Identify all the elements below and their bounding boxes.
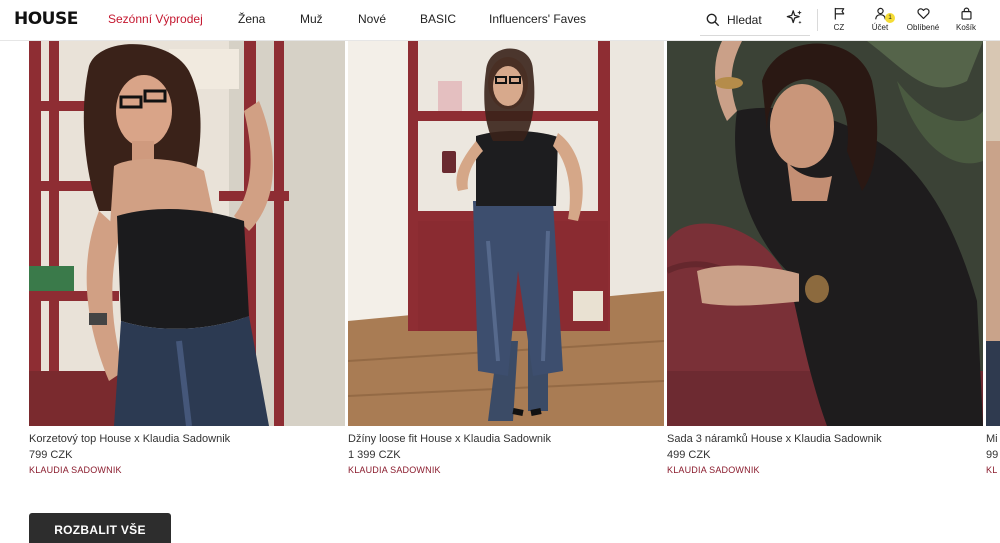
bag-icon (960, 7, 972, 20)
flag-icon (834, 7, 844, 20)
main-nav: Sezónní Výprodej Žena Muž Nové BASIC Inf… (108, 12, 599, 26)
product-brand[interactable]: KLAUDIA SADOWNIK (667, 465, 760, 475)
product-name[interactable]: Mi (986, 433, 998, 445)
nav-item-influencers[interactable]: Influencers' Faves (489, 12, 599, 26)
country-selector[interactable]: CZ (828, 7, 850, 32)
nav-item-basic[interactable]: BASIC (420, 12, 489, 26)
nav-item-sale[interactable]: Sezónní Výprodej (108, 12, 238, 26)
product-name[interactable]: Korzetový top House x Klaudia Sadownik (29, 433, 230, 445)
product-image[interactable] (348, 41, 664, 426)
product-brand[interactable]: KLAUDIA SADOWNIK (348, 465, 441, 475)
header-divider (817, 9, 818, 31)
nav-item-new[interactable]: Nové (358, 12, 420, 26)
product-card[interactable]: Džíny loose fit House x Klaudia Sadownik… (348, 41, 664, 475)
product-price: 799 CZK (29, 449, 73, 461)
cart-label: Košík (955, 23, 976, 32)
favorites-button[interactable]: Oblíbené (904, 7, 942, 32)
product-image[interactable] (986, 41, 1000, 426)
product-price: 99 (986, 449, 999, 461)
account-label: Účet (871, 23, 889, 32)
account-button[interactable]: 1 Účet (866, 7, 895, 32)
heart-icon (916, 8, 930, 20)
nav-item-women[interactable]: Žena (238, 12, 300, 26)
product-price: 1 399 CZK (348, 449, 401, 461)
product-name[interactable]: Džíny loose fit House x Klaudia Sadownik (348, 433, 551, 445)
expand-all-button[interactable]: ROZBALIT VŠE (29, 513, 171, 543)
ai-sparkle-icon[interactable] (786, 9, 804, 27)
cart-button[interactable]: Košík (953, 7, 979, 32)
product-image[interactable] (667, 41, 983, 426)
search-label: Hledat (727, 12, 762, 27)
nav-item-men[interactable]: Muž (300, 12, 358, 26)
account-badge: 1 (885, 13, 895, 23)
logo[interactable]: HOUSE (14, 9, 78, 29)
country-label: CZ (833, 23, 845, 32)
search-icon (706, 13, 720, 26)
product-price: 499 CZK (667, 449, 711, 461)
product-card[interactable]: Sada 3 náramků House x Klaudia Sadownik … (667, 41, 983, 475)
product-card[interactable]: Mi 99 KL (986, 41, 1000, 481)
favorites-label: Oblíbené (906, 23, 940, 32)
product-name[interactable]: Sada 3 náramků House x Klaudia Sadownik (667, 433, 882, 445)
product-brand[interactable]: KL (986, 465, 997, 475)
site-header: HOUSE Sezónní Výprodej Žena Muž Nové BAS… (0, 0, 1000, 41)
product-card[interactable]: Korzetový top House x Klaudia Sadownik 7… (29, 41, 345, 475)
product-image[interactable] (29, 41, 345, 426)
product-brand[interactable]: KLAUDIA SADOWNIK (29, 465, 122, 475)
